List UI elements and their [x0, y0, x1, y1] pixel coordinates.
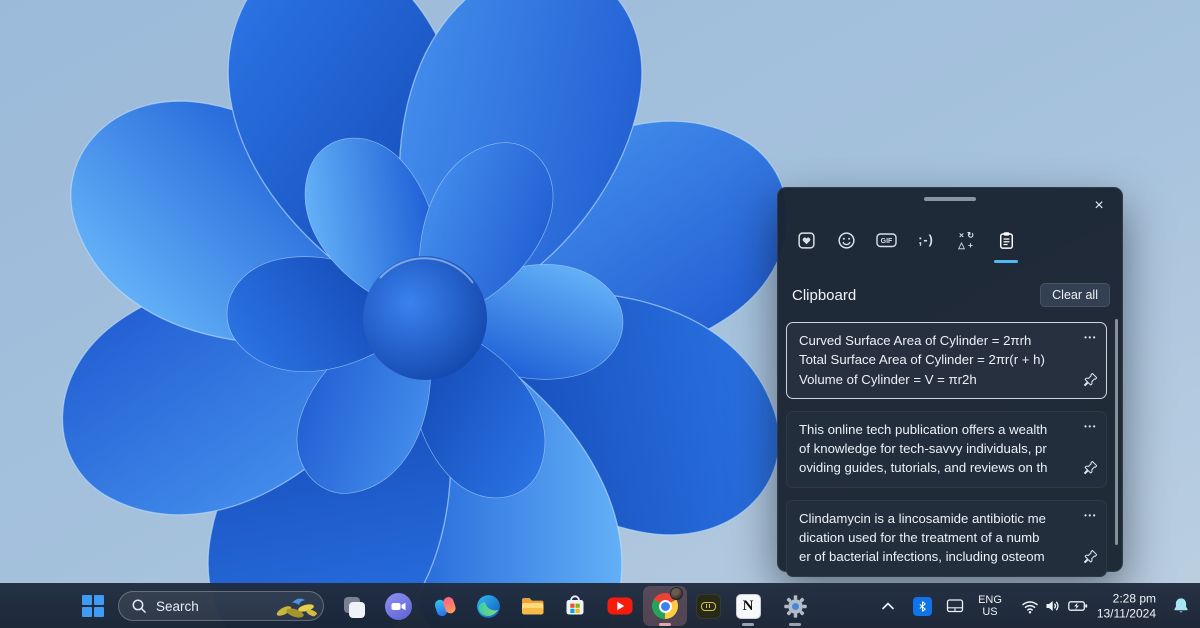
- language-indicator[interactable]: ENG US: [968, 587, 1012, 625]
- running-indicator-notion: [742, 623, 754, 626]
- clipboard-header: Clipboard Clear all: [792, 282, 1110, 308]
- clipboard-item-line: er of bacterial infections, including os…: [799, 547, 1070, 566]
- copilot-button[interactable]: [426, 587, 464, 625]
- search-input[interactable]: Search: [118, 591, 324, 621]
- search-placeholder: Search: [156, 599, 199, 614]
- copilot-icon: [432, 593, 459, 620]
- desktop: × GIF: [0, 0, 1200, 628]
- language-line2: US: [982, 606, 997, 618]
- clipboard-item-line: dication used for the treatment of a num…: [799, 528, 1070, 547]
- battery-tray-button[interactable]: [1064, 587, 1092, 625]
- bluetooth-icon: [913, 597, 932, 616]
- search-icon: [131, 598, 147, 614]
- running-indicator-settings: [789, 623, 801, 626]
- clipboard-item-line: Curved Surface Area of Cylinder = 2πrh: [799, 331, 1070, 350]
- chat-video-icon: [385, 593, 412, 620]
- recent-heart-icon: [796, 230, 817, 251]
- panel-scrollbar[interactable]: [1115, 319, 1118, 545]
- svg-text:GIF: GIF: [880, 238, 892, 245]
- volume-tray-button[interactable]: [1040, 587, 1066, 625]
- file-explorer-button[interactable]: [514, 587, 552, 625]
- emoji-panel-tabs: GIF ;-) ×↻△+: [786, 222, 1026, 258]
- more-options-icon[interactable]: •••: [1084, 417, 1097, 436]
- battery-charging-icon: [1067, 596, 1089, 616]
- yellow-badge-app-icon: [696, 594, 721, 619]
- more-options-icon[interactable]: •••: [1084, 506, 1097, 525]
- youtube-icon: [606, 593, 634, 619]
- edge-button[interactable]: [469, 587, 507, 625]
- clipboard-items-list: Curved Surface Area of Cylinder = 2πrh T…: [786, 322, 1107, 577]
- close-icon[interactable]: ×: [1085, 193, 1113, 219]
- windows-logo-icon: [82, 595, 104, 617]
- settings-button[interactable]: [776, 587, 814, 625]
- clear-all-button[interactable]: Clear all: [1040, 283, 1110, 307]
- volume-icon: [1043, 596, 1063, 616]
- panel-drag-handle[interactable]: [924, 197, 976, 201]
- chat-button[interactable]: [379, 587, 417, 625]
- bell-icon: [1171, 596, 1191, 616]
- start-button[interactable]: [74, 587, 112, 625]
- running-indicator-chrome: [659, 623, 671, 626]
- clipboard-item-line: Clindamycin is a lincosamide antibiotic …: [799, 509, 1070, 528]
- clipboard-item-line: oviding guides, tutorials, and reviews o…: [799, 458, 1070, 477]
- clipboard-item[interactable]: This online tech publication offers a we…: [786, 411, 1107, 488]
- clipboard-item-line: This online tech publication offers a we…: [799, 420, 1070, 439]
- clipboard-icon: [996, 230, 1017, 251]
- clipboard-item[interactable]: Curved Surface Area of Cylinder = 2πrh T…: [786, 322, 1107, 399]
- clipboard-item-line: Volume of Cylinder = V = πr2h: [799, 370, 1070, 389]
- notification-center-button[interactable]: [1167, 587, 1195, 625]
- edge-icon: [475, 593, 502, 620]
- symbols-icon: ×↻△+: [957, 230, 975, 250]
- task-view-button[interactable]: [334, 587, 372, 625]
- clipboard-history-panel: × GIF: [777, 187, 1123, 572]
- chevron-up-icon: [880, 600, 896, 612]
- clock[interactable]: 2:28 pm 13/11/2024: [1097, 592, 1156, 621]
- youtube-button[interactable]: [601, 587, 639, 625]
- tab-symbols[interactable]: ×↻△+: [946, 222, 986, 258]
- wifi-icon: [1020, 596, 1040, 616]
- language-line1: ENG: [978, 594, 1002, 606]
- tab-emoji[interactable]: [826, 222, 866, 258]
- badge-app-button[interactable]: [689, 587, 727, 625]
- settings-gear-icon: [782, 593, 809, 620]
- chrome-profile-avatar: [670, 587, 683, 600]
- folder-icon: [519, 593, 547, 619]
- page-title: Clipboard: [792, 287, 856, 304]
- clock-time: 2:28 pm: [1097, 592, 1156, 607]
- gif-icon: GIF: [875, 230, 898, 250]
- show-hidden-icons-button[interactable]: [875, 587, 901, 625]
- clock-date: 13/11/2024: [1097, 606, 1156, 621]
- pin-icon[interactable]: [1083, 549, 1098, 569]
- clipboard-item-line: of knowledge for tech-savvy individuals,…: [799, 439, 1070, 458]
- active-tab-indicator: [994, 260, 1018, 263]
- clipboard-item[interactable]: Clindamycin is a lincosamide antibiotic …: [786, 500, 1107, 577]
- microsoft-store-button[interactable]: [556, 587, 594, 625]
- tab-gif[interactable]: GIF: [866, 222, 906, 258]
- clipboard-item-line: Total Surface Area of Cylinder = 2πr(r +…: [799, 350, 1070, 369]
- taskbar: Search: [0, 583, 1200, 628]
- task-view-icon: [336, 589, 370, 623]
- microsoft-store-icon: [562, 593, 588, 619]
- emoji-smiley-icon: [836, 230, 857, 251]
- tab-clipboard[interactable]: [986, 222, 1026, 258]
- kaomoji-icon: ;-): [918, 233, 934, 247]
- pin-icon[interactable]: [1083, 460, 1098, 480]
- notion-button[interactable]: N: [729, 587, 767, 625]
- pin-icon[interactable]: [1083, 372, 1098, 392]
- chrome-button[interactable]: [646, 587, 684, 625]
- tab-most-recently-used[interactable]: [786, 222, 826, 258]
- touchpad-tray-button[interactable]: [942, 587, 968, 625]
- search-daily-art: [272, 594, 320, 618]
- bluetooth-tray-button[interactable]: [909, 587, 935, 625]
- tab-kaomoji[interactable]: ;-): [906, 222, 946, 258]
- notion-icon: N: [736, 594, 761, 619]
- touchpad-icon: [945, 596, 965, 616]
- more-options-icon[interactable]: •••: [1084, 328, 1097, 347]
